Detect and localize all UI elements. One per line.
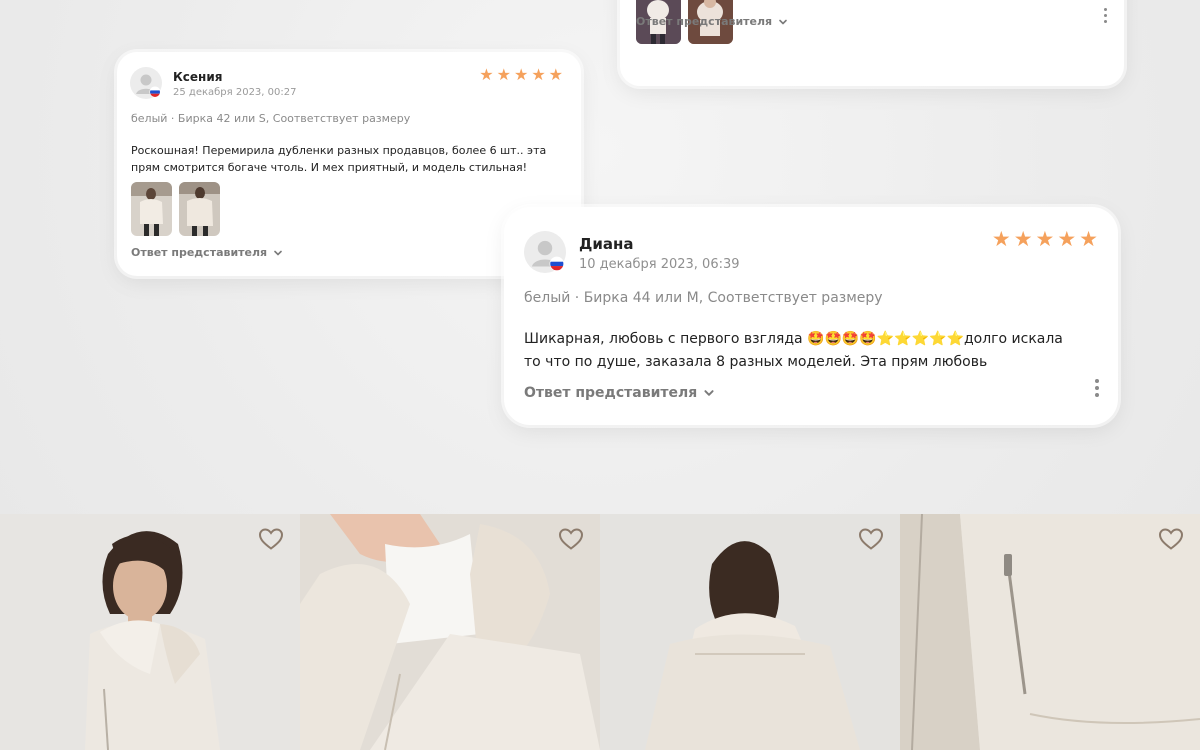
review-photos [131,182,220,236]
chevron-down-icon [704,390,714,396]
heart-icon[interactable] [258,527,284,551]
star-icon: ★ [1079,227,1098,251]
star-icon: ★ [479,65,494,84]
review-card: Диана 10 декабря 2023, 06:39 ★ ★ ★ ★ ★ б… [504,207,1118,425]
reply-label: Ответ представителя [131,246,268,259]
review-photo-thumb[interactable] [179,182,220,236]
product-gallery [0,514,1200,750]
review-text: Роскошная! Перемирила дубленки разных пр… [131,144,547,174]
product-image [600,514,900,750]
star-icon: ★ [1013,227,1033,251]
rating-stars: ★ ★ ★ ★ ★ [479,67,563,83]
review-text-start: Шикарная, любовь с первого взгляда [524,331,808,347]
star-icon: ★ [531,65,546,84]
chevron-down-icon [274,250,282,255]
product-image [300,514,600,750]
kebab-menu-icon[interactable] [1094,379,1100,397]
kebab-menu-icon[interactable] [1102,8,1108,23]
representative-reply-toggle[interactable]: Ответ представителя [131,246,283,259]
avatar [130,67,162,99]
review-date: 10 декабря 2023, 06:39 [579,257,740,272]
heart-icon[interactable] [858,527,884,551]
star-icon: ★ [1035,227,1055,251]
chevron-down-icon [779,19,787,24]
representative-reply-toggle[interactable]: Ответ представителя [636,15,788,28]
reply-label: Ответ представителя [636,15,773,28]
review-photo-thumb[interactable] [131,182,172,236]
review-text: Шикарная, любовь с первого взгляда 🤩🤩🤩🤩⭐… [524,328,1084,374]
review-card-partial: Ответ представителя [620,0,1124,86]
rating-stars: ★ ★ ★ ★ ★ [992,229,1098,250]
review-author: Диана [579,235,634,253]
product-image [0,514,300,750]
star-icon: ★ [513,65,529,84]
product-photo[interactable] [900,514,1200,750]
product-photo[interactable] [600,514,900,750]
heart-icon[interactable] [558,527,584,551]
review-author: Ксения [173,70,223,84]
reply-label: Ответ представителя [524,385,698,401]
review-emojis: 🤩🤩🤩🤩⭐⭐⭐⭐⭐ [807,331,964,347]
star-icon: ★ [1057,227,1077,251]
star-icon: ★ [496,65,511,84]
star-icon: ★ [548,65,563,84]
review-date: 25 декабря 2023, 00:27 [173,87,297,98]
review-size-info: белый · Бирка 44 или М, Соответствует ра… [524,290,883,306]
product-image [900,514,1200,750]
product-photo[interactable] [0,514,300,750]
review-size-info: белый · Бирка 42 или S, Соответствует ра… [131,112,411,125]
representative-reply-toggle[interactable]: Ответ представителя [524,385,715,401]
star-icon: ★ [991,227,1011,251]
product-photo[interactable] [300,514,600,750]
avatar [524,231,566,273]
heart-icon[interactable] [1158,527,1184,551]
